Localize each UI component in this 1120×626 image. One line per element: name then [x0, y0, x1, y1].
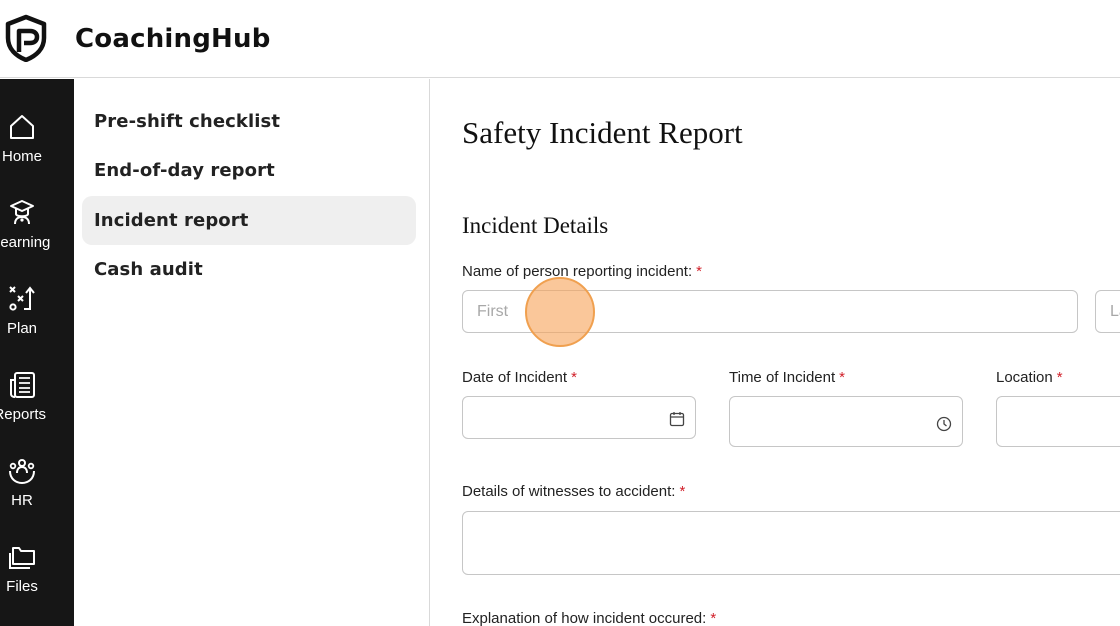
rail-item-label: Home — [1, 148, 42, 165]
folders-icon — [9, 547, 35, 569]
time-input[interactable] — [729, 396, 963, 447]
first-name-placeholder: First — [477, 303, 509, 320]
reports-subnav: Pre-shift checklist End-of-day report In… — [74, 79, 430, 626]
coachinghub-logo-icon[interactable] — [4, 14, 48, 62]
rail-item-files[interactable]: Files — [0, 537, 74, 617]
graduation-cap-icon — [10, 200, 34, 225]
rail-item-learning[interactable]: Learning — [0, 193, 74, 273]
witnesses-label-text: Details of witnesses to accident: — [462, 483, 676, 500]
subnav-item-end-of-day-report[interactable]: End-of-day report — [82, 146, 416, 195]
first-name-input[interactable]: First — [462, 290, 1078, 333]
last-name-placeholder: La — [1110, 303, 1120, 320]
last-name-input[interactable]: La — [1095, 290, 1120, 333]
witnesses-textarea[interactable] — [462, 511, 1120, 575]
required-marker: * — [679, 483, 686, 500]
explanation-label-text: Explanation of how incident occured: — [462, 610, 707, 626]
date-label-text: Date of Incident — [462, 369, 568, 386]
location-input[interactable] — [996, 396, 1120, 447]
rail-item-home[interactable]: Home — [0, 107, 74, 187]
rail-item-plan[interactable]: Plan — [0, 279, 74, 359]
explanation-label: Explanation of how incident occured: * — [462, 610, 716, 626]
location-label: Location * — [996, 369, 1063, 386]
incident-report-form: Safety Incident Report Incident Details … — [431, 79, 1120, 626]
top-header: CoachingHub — [0, 0, 1120, 78]
subnav-item-label: Cash audit — [94, 259, 203, 280]
subnav-item-label: Incident report — [94, 210, 249, 231]
clock-icon[interactable] — [936, 416, 952, 432]
date-input[interactable] — [462, 396, 696, 439]
required-marker: * — [839, 369, 846, 386]
required-marker: * — [571, 369, 577, 386]
home-icon — [10, 115, 34, 139]
reporter-name-label: Name of person reporting incident: * — [462, 263, 702, 280]
brand-name: CoachingHub — [75, 24, 271, 54]
rail-item-label: Plan — [6, 320, 38, 337]
subnav-item-pre-shift-checklist[interactable]: Pre-shift checklist — [82, 97, 416, 146]
subnav-item-label: End-of-day report — [94, 160, 275, 181]
required-marker: * — [710, 610, 717, 626]
subnav-item-label: Pre-shift checklist — [94, 111, 281, 132]
page-title: Safety Incident Report — [462, 115, 743, 150]
rail-item-label: Reports — [0, 406, 46, 423]
people-icon — [9, 459, 35, 485]
location-label-text: Location — [996, 369, 1053, 386]
time-label: Time of Incident * — [729, 369, 845, 386]
rail-item-reports[interactable]: Reports — [0, 365, 74, 445]
rail-item-label: Learning — [0, 234, 51, 251]
witnesses-label: Details of witnesses to accident: * — [462, 483, 685, 500]
section-heading: Incident Details — [462, 213, 609, 238]
calendar-icon[interactable] — [669, 411, 685, 427]
date-label: Date of Incident * — [462, 369, 577, 386]
time-label-text: Time of Incident — [729, 369, 836, 386]
rail-item-hr[interactable]: HR — [0, 451, 74, 531]
required-marker: * — [696, 263, 702, 280]
required-marker: * — [1056, 369, 1063, 386]
subnav-item-cash-audit[interactable]: Cash audit — [82, 245, 416, 294]
reporter-name-label-text: Name of person reporting incident: — [462, 263, 693, 280]
main-nav-rail: Home Learning Plan Reports — [0, 79, 74, 626]
rail-item-label: HR — [11, 492, 33, 509]
strategy-play-icon — [9, 286, 35, 311]
subnav-item-incident-report[interactable]: Incident report — [82, 196, 416, 245]
newspaper-icon — [10, 372, 35, 398]
rail-item-label: Files — [6, 578, 38, 595]
